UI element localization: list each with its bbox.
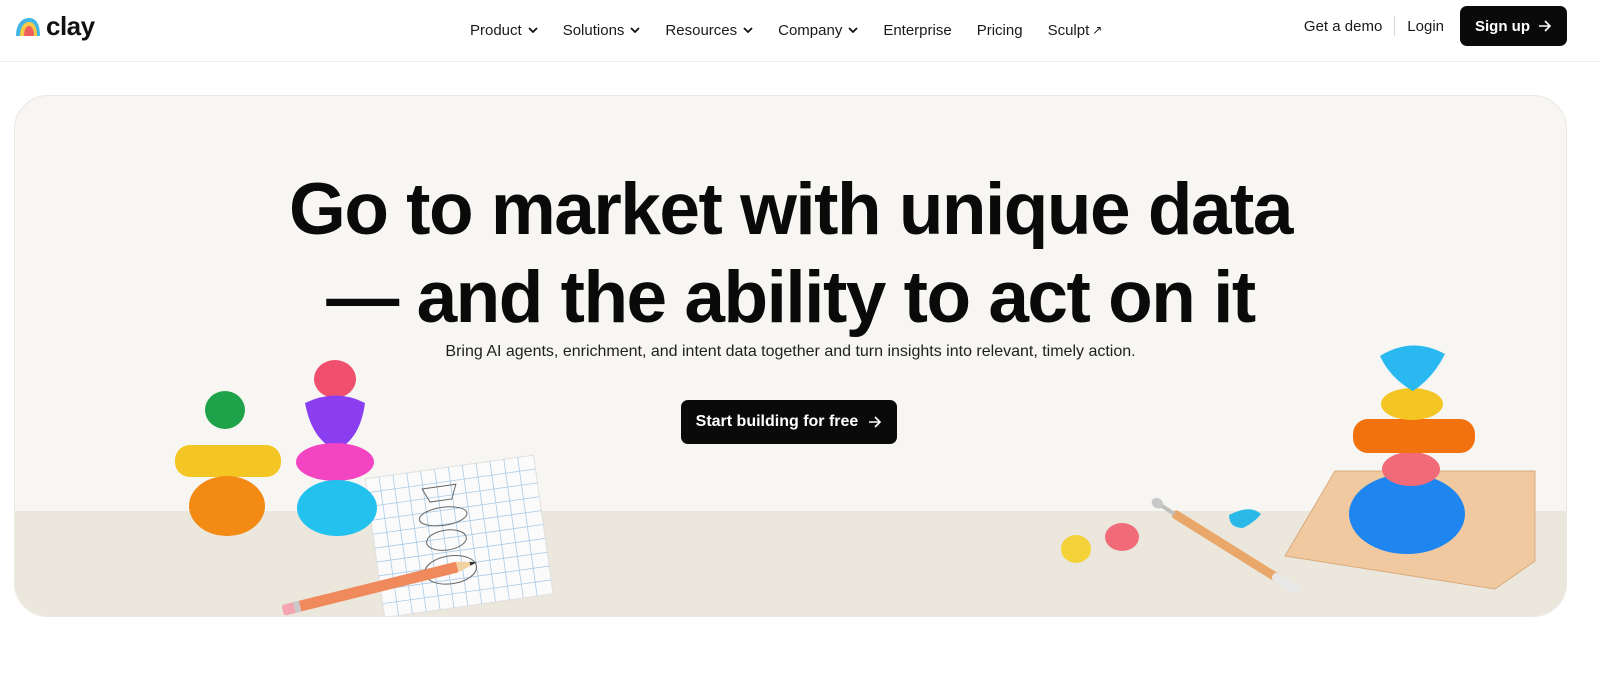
clay-logo[interactable]: clay [14, 12, 95, 42]
header-divider [1394, 16, 1396, 36]
external-link-icon: ↗ [1092, 23, 1103, 37]
arrow-right-icon [1539, 20, 1552, 32]
nav-sculpt-label: Sculpt [1047, 21, 1090, 39]
clay-stacks-illustration [175, 360, 554, 616]
chevron-down-icon [848, 27, 858, 34]
hero-headline: Go to market with unique data — and the … [15, 166, 1566, 342]
header-actions: Get a demo Login Sign up [1304, 6, 1567, 46]
sign-up-label: Sign up [1475, 17, 1530, 35]
nav-resources[interactable]: Resources [665, 22, 753, 39]
site-header: clay Product Solutions Resources Company… [0, 0, 1600, 62]
nav-sculpt[interactable]: Sculpt ↗ [1048, 22, 1103, 39]
nav-company[interactable]: Company [778, 22, 858, 39]
nav-enterprise[interactable]: Enterprise [883, 22, 951, 39]
sign-up-button[interactable]: Sign up [1460, 6, 1567, 46]
nav-product[interactable]: Product [470, 22, 538, 39]
chevron-down-icon [528, 27, 538, 34]
nav-solutions-label: Solutions [562, 21, 625, 39]
nav-pricing-label: Pricing [976, 21, 1023, 39]
nav-enterprise-label: Enterprise [883, 21, 952, 39]
sculpting-tool [1151, 497, 1300, 594]
headline-line-1: Go to market with unique data [289, 169, 1293, 250]
hero-section: Go to market with unique data — and the … [14, 95, 1567, 617]
chevron-down-icon [743, 27, 753, 34]
get-demo-link[interactable]: Get a demo [1304, 18, 1382, 35]
nav-solutions[interactable]: Solutions [563, 22, 641, 39]
nav-pricing[interactable]: Pricing [977, 22, 1023, 39]
grid-paper [364, 454, 554, 616]
headline-line-2: — and the ability to act on it [326, 257, 1256, 338]
clay-logo-icon [16, 18, 40, 36]
brand-name: clay [46, 10, 95, 41]
start-building-label: Start building for free [695, 413, 859, 430]
nav-resources-label: Resources [665, 21, 738, 39]
clay-board-illustration [1061, 345, 1536, 594]
start-building-button[interactable]: Start building for free [681, 400, 897, 444]
chevron-down-icon [630, 27, 641, 34]
main-nav: Product Solutions Resources Company Ente… [470, 17, 1127, 43]
nav-company-label: Company [778, 21, 843, 39]
nav-product-label: Product [470, 21, 522, 39]
arrow-right-icon [869, 416, 882, 428]
login-link[interactable]: Login [1407, 18, 1444, 35]
